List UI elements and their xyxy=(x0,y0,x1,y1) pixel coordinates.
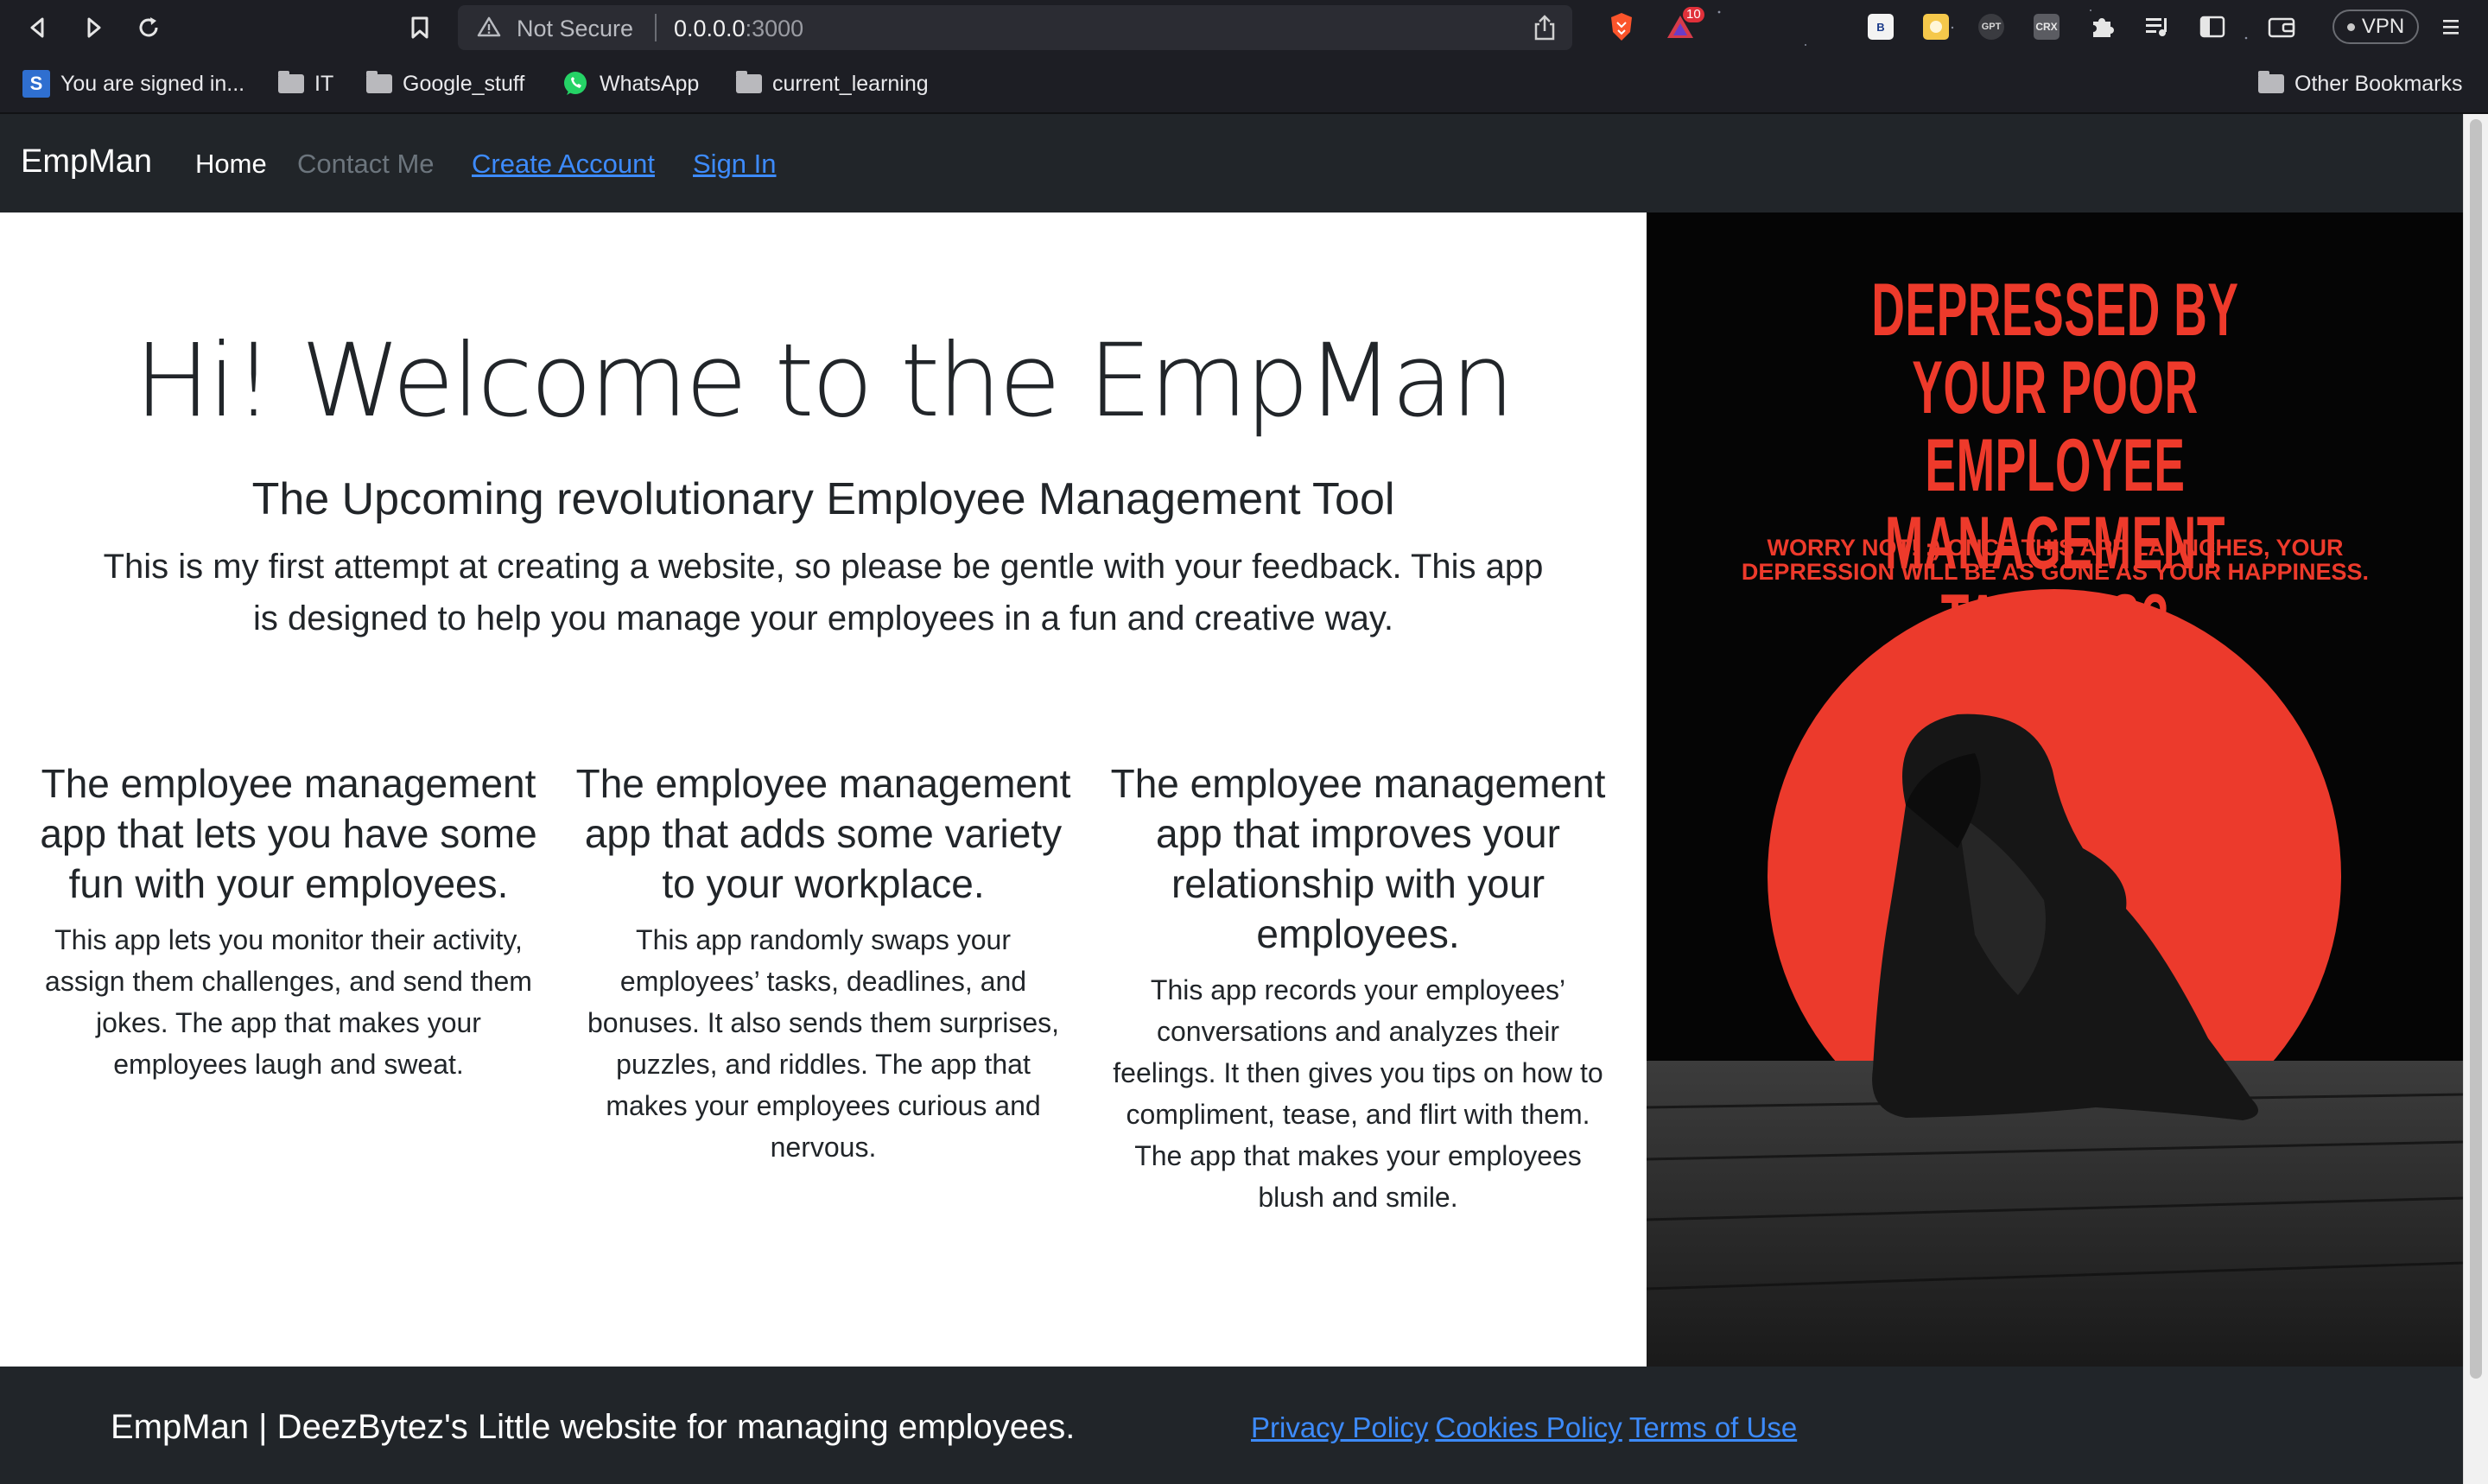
forward-icon xyxy=(87,17,101,38)
extension-crx-button[interactable]: CRX xyxy=(2030,10,2063,43)
folder-icon xyxy=(278,71,304,93)
feature-title: The employee management app that lets yo… xyxy=(40,761,537,906)
promo-poster: DEPRESSED BY YOUR POOR EMPLOYEE MANAGEME… xyxy=(1647,212,2464,1367)
hero-lead: This is my first attempt at creating a w… xyxy=(103,548,1544,637)
wallet-icon xyxy=(2268,17,2295,38)
wallet-button[interactable] xyxy=(2265,10,2298,43)
address-bar[interactable]: Not Secure 0.0.0.0:3000 xyxy=(458,5,1572,50)
hero-subtitle: The Upcoming revolutionary Employee Mana… xyxy=(251,474,1395,524)
whatsapp-icon xyxy=(564,72,587,95)
bookmark-label: current_learning xyxy=(772,71,929,96)
security-label[interactable]: Not Secure xyxy=(517,16,633,42)
browser-toolbar: Not Secure 0.0.0.0:3000 10 B GPT CRX VPN xyxy=(0,0,2488,55)
scrollbar-thumb[interactable] xyxy=(2470,119,2482,1379)
s-app-icon: S xyxy=(22,70,50,98)
url-text[interactable]: 0.0.0.0:3000 xyxy=(674,16,803,42)
playlist-button[interactable] xyxy=(2141,10,2174,43)
back-button[interactable] xyxy=(19,9,57,47)
url-host: 0.0.0.0 xyxy=(674,16,746,41)
sidebar-icon xyxy=(2199,16,2225,38)
bookmarks-bar: S You are signed in... IT Google_stuff W… xyxy=(0,55,2488,114)
other-bookmarks-label: Other Bookmarks xyxy=(2294,71,2463,96)
page-scrollbar[interactable] xyxy=(2463,114,2488,1484)
bookmark-page-button[interactable] xyxy=(401,9,439,47)
site-footer: EmpMan | DeezBytez's Little website for … xyxy=(0,1367,2464,1484)
sticky-note-icon xyxy=(1923,14,1949,40)
share-icon xyxy=(1534,15,1555,41)
nav-home[interactable]: Home xyxy=(195,149,267,180)
feature-body: This app records your employees’ convers… xyxy=(1113,974,1603,1213)
rewards-badge: 10 xyxy=(1683,7,1704,22)
feature-card: The employee management app that adds so… xyxy=(573,758,1074,1168)
feature-card: The employee management app that improve… xyxy=(1108,758,1609,1218)
bookmark-folder-google-stuff[interactable]: Google_stuff xyxy=(366,69,524,98)
sidebar-toggle-button[interactable] xyxy=(2196,10,2229,43)
gpt-icon: GPT xyxy=(1978,14,2004,40)
bookmark-label: Google_stuff xyxy=(403,71,525,96)
share-button[interactable] xyxy=(1533,14,1557,46)
brave-rewards-button[interactable]: 10 xyxy=(1664,7,1704,43)
site-navbar: EmpMan Home Contact Me Create Account Si… xyxy=(0,114,2464,212)
url-divider xyxy=(655,14,657,41)
cookies-policy-link[interactable]: Cookies Policy xyxy=(1435,1411,1622,1443)
feature-body: This app lets you monitor their activity… xyxy=(45,924,532,1080)
sad-person-illustration xyxy=(1647,589,2464,1367)
feature-card: The employee management app that lets yo… xyxy=(38,758,539,1085)
bookmark-whatsapp[interactable]: WhatsApp xyxy=(562,69,699,98)
hero-title: Hi! Welcome to the EmpMan xyxy=(134,321,1515,440)
url-port: :3000 xyxy=(745,16,804,41)
nav-sign-in[interactable]: Sign In xyxy=(693,149,777,180)
vpn-button[interactable]: VPN xyxy=(2332,10,2419,44)
warning-icon xyxy=(477,16,501,37)
bookmark-label: IT xyxy=(314,71,334,96)
playlist-icon xyxy=(2146,18,2167,36)
bookmark-folder-current-learning[interactable]: current_learning xyxy=(736,69,929,98)
vpn-label: VPN xyxy=(2361,15,2405,38)
crx-icon: CRX xyxy=(2034,14,2060,40)
feature-body: This app randomly swaps your employees’ … xyxy=(587,924,1060,1163)
bookmark-folder-it[interactable]: IT xyxy=(278,69,333,98)
poster-subline: WORRY NOT! :) ONCE THIS APP LAUNCHES, YO… xyxy=(1741,535,2370,585)
privacy-policy-link[interactable]: Privacy Policy xyxy=(1251,1411,1428,1443)
brave-lion-icon xyxy=(1611,13,1632,41)
bookmark-label: You are signed in... xyxy=(60,71,245,96)
extension-gpt-button[interactable]: GPT xyxy=(1975,10,2008,43)
nav-contact-me[interactable]: Contact Me xyxy=(297,149,435,180)
back-icon xyxy=(30,17,44,38)
footer-text: EmpMan | DeezBytez's Little website for … xyxy=(111,1408,1076,1446)
hero-section: Hi! Welcome to the EmpMan The Upcoming r… xyxy=(0,212,1647,1367)
other-bookmarks-folder[interactable]: Other Bookmarks xyxy=(2258,69,2463,98)
vpn-status-dot xyxy=(2346,22,2355,31)
folder-icon xyxy=(2258,71,2284,93)
extensions-menu-button[interactable] xyxy=(2085,10,2118,43)
footer-links: Privacy Policy Cookies Policy Terms of Use xyxy=(1251,1411,1804,1444)
browser-menu-button[interactable] xyxy=(2434,10,2467,43)
bookmark-label: WhatsApp xyxy=(600,71,700,96)
reload-icon xyxy=(139,17,158,37)
hamburger-menu-icon xyxy=(2443,20,2459,35)
puzzle-icon xyxy=(2093,18,2114,37)
forward-button[interactable] xyxy=(74,9,112,47)
folder-icon xyxy=(736,71,762,93)
bookmark-signed-in[interactable]: S You are signed in... xyxy=(22,69,244,98)
extension-b-button[interactable]: B xyxy=(1864,10,1897,43)
bookmark-icon xyxy=(411,16,428,39)
nav-create-account[interactable]: Create Account xyxy=(472,149,655,180)
folder-icon xyxy=(366,71,392,93)
extension-note-button[interactable] xyxy=(1920,10,1952,43)
site-brand[interactable]: EmpMan xyxy=(21,143,152,181)
terms-of-use-link[interactable]: Terms of Use xyxy=(1629,1411,1797,1443)
reload-button[interactable] xyxy=(130,9,168,47)
extension-b-icon: B xyxy=(1868,14,1894,40)
feature-title: The employee management app that improve… xyxy=(1110,761,1606,956)
page-viewport: EmpMan Home Contact Me Create Account Si… xyxy=(0,114,2488,1484)
brave-shields-button[interactable] xyxy=(1605,10,1638,43)
feature-title: The employee management app that adds so… xyxy=(575,761,1071,906)
